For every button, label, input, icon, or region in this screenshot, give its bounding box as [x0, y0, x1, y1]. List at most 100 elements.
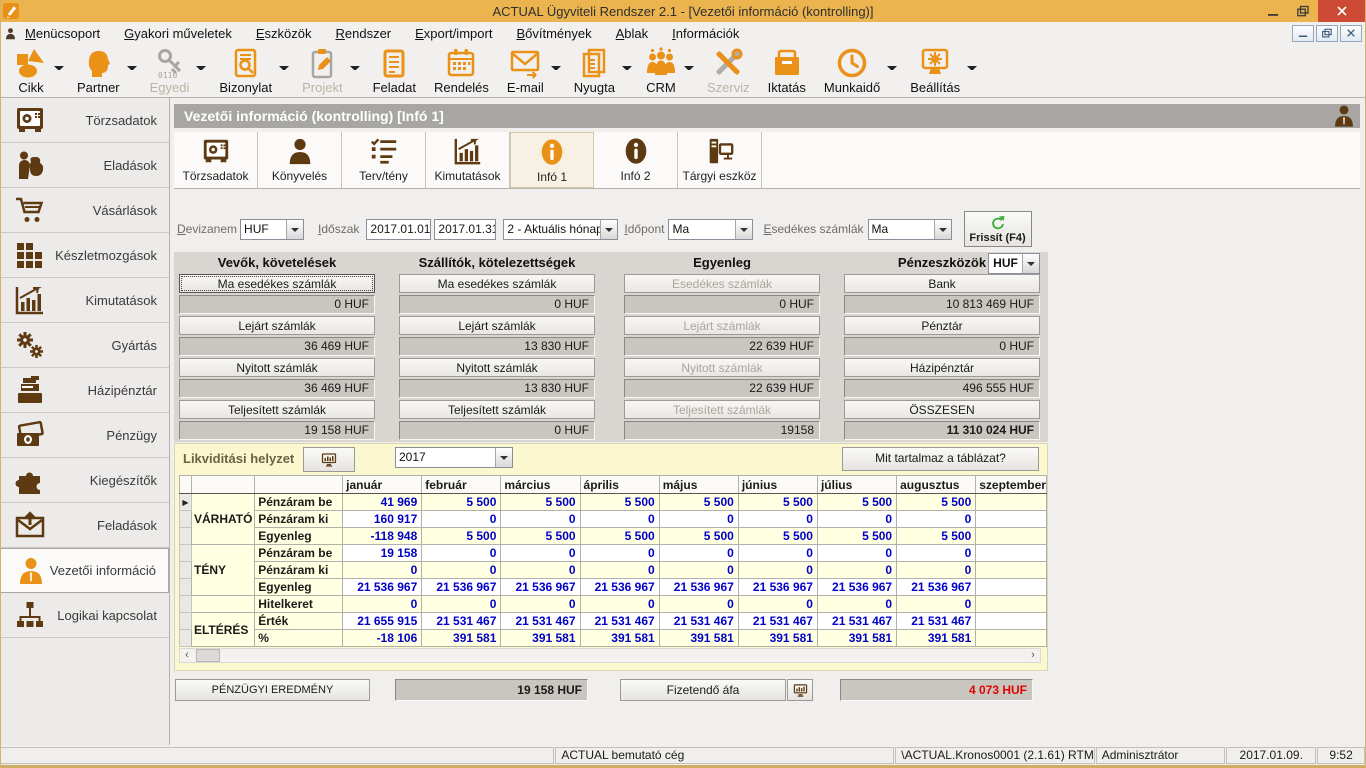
toolbar-rendeles-button[interactable]: Rendelés [425, 44, 498, 95]
mdi-close-button[interactable] [1340, 25, 1362, 42]
chevron-down-icon[interactable] [551, 66, 561, 74]
grid-cell[interactable]: 0 [738, 511, 817, 528]
row-selector[interactable] [180, 579, 192, 596]
restore-button[interactable] [1288, 0, 1318, 22]
grid-cell[interactable]: 0 [501, 511, 580, 528]
grid-cell[interactable]: 0 [817, 596, 896, 613]
grid-cell[interactable]: -118 948 [343, 528, 422, 545]
grid-cell[interactable]: 5 500 [897, 494, 976, 511]
grid-cell[interactable]: 391 581 [659, 630, 738, 647]
grid-cell[interactable]: 5 500 [659, 494, 738, 511]
chevron-down-icon[interactable] [127, 66, 137, 74]
month-column-header[interactable]: február [422, 476, 501, 494]
menu-item-menucsoport[interactable]: Menücsoport [25, 26, 100, 41]
grid-cell[interactable]: 21 536 967 [738, 579, 817, 596]
sidebar-item-vezetoi-informacio[interactable]: Vezetői információ [0, 548, 169, 593]
chevron-down-icon[interactable] [196, 66, 206, 74]
month-column-header[interactable]: május [659, 476, 738, 494]
table-info-button[interactable]: Mit tartalmaz a táblázat? [842, 447, 1039, 471]
grid-cell[interactable]: 0 [422, 562, 501, 579]
grid-cell[interactable]: 5 500 [738, 494, 817, 511]
teljesitett-szamlak-button[interactable]: Teljesített számlák [179, 400, 375, 419]
sidebar-item-torzsadatok[interactable]: Törzsadatok [0, 98, 169, 143]
tab-torzsadatok[interactable]: Törzsadatok [174, 132, 258, 188]
grid-cell[interactable]: 19 158 [343, 545, 422, 562]
osszesen-button[interactable]: ÖSSZESEN [844, 400, 1040, 419]
toolbar-munkaido-button[interactable]: Munkaidő [815, 44, 889, 95]
grid-cell[interactable]: 0 [817, 562, 896, 579]
nyitott-szamlak-button[interactable]: Nyitott számlák [179, 358, 375, 377]
period-select[interactable]: 2 - Aktuális hónap [503, 219, 618, 240]
sidebar-item-keszletmozgasok[interactable]: Készletmozgások [0, 233, 169, 278]
chevron-down-icon[interactable] [350, 66, 360, 74]
chevron-down-icon[interactable] [622, 66, 632, 74]
month-column-header[interactable]: július [817, 476, 896, 494]
currency-select[interactable]: HUF [240, 219, 304, 240]
grid-cell[interactable]: 5 500 [659, 528, 738, 545]
menu-item-bovitmenyek[interactable]: Bővítmények [516, 26, 591, 41]
grid-cell[interactable]: 0 [422, 511, 501, 528]
sidebar-item-penzugy[interactable]: Pénzügy [0, 413, 169, 458]
grid-cell[interactable]: 160 917 [343, 511, 422, 528]
grid-cell[interactable]: 0 [580, 562, 659, 579]
grid-cell[interactable]: 391 581 [422, 630, 501, 647]
grid-cell[interactable]: 0 [501, 545, 580, 562]
lejart-szamlak-button[interactable]: Lejárt számlák [179, 316, 375, 335]
chevron-down-icon[interactable] [279, 66, 289, 74]
grid-cell[interactable]: 21 531 467 [659, 613, 738, 630]
liquidity-chart-button[interactable] [303, 447, 355, 472]
grid-cell[interactable]: 0 [659, 562, 738, 579]
tab-kimutatasok[interactable]: Kimutatások [426, 132, 510, 188]
grid-cell[interactable]: 21 655 915 [343, 613, 422, 630]
grid-cell[interactable]: 5 500 [580, 528, 659, 545]
sidebar-item-hazipenztar[interactable]: Házipénztár [0, 368, 169, 413]
grid-cell[interactable]: 5 500 [580, 494, 659, 511]
tab-info-2[interactable]: Infó 2 [594, 132, 678, 188]
grid-cell[interactable]: 0 [580, 511, 659, 528]
grid-cell[interactable]: 21 531 467 [422, 613, 501, 630]
grid-cell[interactable]: 5 500 [897, 528, 976, 545]
mdi-restore-button[interactable] [1316, 25, 1338, 42]
tab-info-1[interactable]: Infó 1 [510, 132, 594, 188]
grid-cell[interactable]: 0 [659, 596, 738, 613]
grid-cell[interactable]: 0 [817, 545, 896, 562]
grid-cell[interactable]: 0 [422, 596, 501, 613]
grid-cell[interactable]: 391 581 [817, 630, 896, 647]
toolbar-partner-button[interactable]: Partner [68, 44, 129, 95]
grid-cell[interactable]: 0 [817, 511, 896, 528]
toolbar-bizonylat-button[interactable]: Bizonylat [210, 44, 281, 95]
year-select[interactable]: 2017 [395, 447, 513, 468]
toolbar-feladat-button[interactable]: Feladat [364, 44, 425, 95]
row-selector[interactable] [180, 630, 192, 647]
nyitott-szamlak-button[interactable]: Nyitott számlák [399, 358, 595, 377]
esedekes-select[interactable]: Ma [868, 219, 952, 240]
row-selector[interactable] [180, 511, 192, 528]
ma-esedekes-szamlak-button[interactable]: Ma esedékes számlák [399, 274, 595, 293]
tab-konyveles[interactable]: Könyvelés [258, 132, 342, 188]
grid-cell[interactable]: 0 [580, 596, 659, 613]
toolbar-nyugta-button[interactable]: Nyugta [565, 44, 624, 95]
grid-cell[interactable]: 0 [897, 545, 976, 562]
grid-cell[interactable]: 0 [501, 562, 580, 579]
menu-item-eszkozok[interactable]: Eszközök [256, 26, 312, 41]
month-column-header[interactable]: március [501, 476, 580, 494]
row-selector[interactable] [180, 545, 192, 562]
hazipenztar-button[interactable]: Házipénztár [844, 358, 1040, 377]
month-column-header[interactable]: január [343, 476, 422, 494]
row-selector[interactable] [180, 528, 192, 545]
month-column-header[interactable]: június [738, 476, 817, 494]
chevron-down-icon[interactable] [887, 66, 897, 74]
grid-cell[interactable]: 5 500 [817, 494, 896, 511]
date-to-input[interactable]: 2017.01.31. [434, 219, 496, 240]
sidebar-item-eladasok[interactable]: Eladások [0, 143, 169, 188]
vat-payable-button[interactable]: Fizetendő áfa [620, 679, 786, 701]
grid-cell[interactable]: 0 [343, 562, 422, 579]
grid-cell[interactable]: 41 969 [343, 494, 422, 511]
teljesitett-szamlak-button[interactable]: Teljesített számlák [399, 400, 595, 419]
sidebar-item-logikai-kapcsolat[interactable]: Logikai kapcsolat [0, 593, 169, 638]
sidebar-item-kiegeszitok[interactable]: Kiegészítők [0, 458, 169, 503]
grid-cell[interactable]: 5 500 [738, 528, 817, 545]
grid-cell[interactable]: 391 581 [580, 630, 659, 647]
grid-cell[interactable]: 0 [897, 511, 976, 528]
grid-cell[interactable]: 0 [343, 596, 422, 613]
